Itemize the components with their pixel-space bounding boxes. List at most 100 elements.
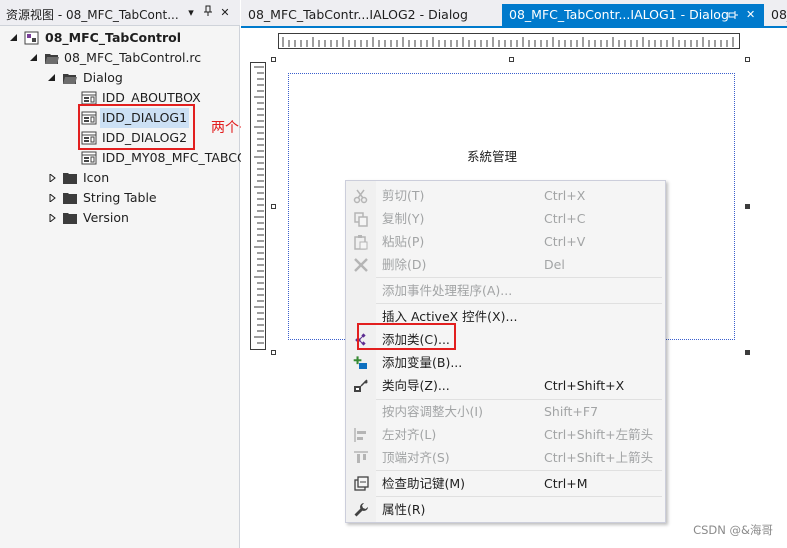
- resize-handle[interactable]: [271, 204, 276, 209]
- menu-item-paste[interactable]: 粘贴(P) Ctrl+V: [346, 230, 665, 253]
- menu-item-size-to-content[interactable]: 按内容调整大小(I) Shift+F7: [346, 400, 665, 423]
- tree-item-root[interactable]: 08_MFC_TabControl: [0, 28, 240, 48]
- dialog-resource-icon: [81, 91, 97, 105]
- pane-pin-button[interactable]: [201, 5, 215, 21]
- tree-item-icon-folder[interactable]: Icon: [0, 168, 240, 188]
- tree-item-label: IDD_MY08_MFC_TABCO: [102, 150, 247, 165]
- paste-icon: [354, 235, 368, 250]
- menu-separator: [376, 470, 662, 471]
- wrench-icon: [354, 503, 368, 517]
- menu-item-label: 类向导(Z)...: [382, 378, 450, 393]
- collapse-arrow-icon[interactable]: [49, 174, 56, 182]
- resize-handle[interactable]: [509, 57, 514, 62]
- expand-arrow-icon[interactable]: [30, 54, 37, 61]
- folder-open-icon: [45, 54, 59, 64]
- vertical-ruler[interactable]: [250, 62, 266, 350]
- tree-item-string-table-folder[interactable]: String Table: [0, 188, 240, 208]
- horizontal-ruler[interactable]: [278, 33, 740, 49]
- menu-item-shortcut: Ctrl+Shift+上箭头: [544, 450, 654, 465]
- resize-handle[interactable]: [745, 57, 750, 62]
- annotation-highlight-box: [357, 323, 456, 350]
- tree-item-label: 08_MFC_TabControl.rc: [64, 50, 202, 65]
- tree-item-dialog[interactable]: IDD_MY08_MFC_TABCO: [0, 148, 247, 168]
- class-wizard-icon: [354, 379, 368, 392]
- collapse-arrow-icon[interactable]: [49, 194, 56, 202]
- menu-separator: [376, 277, 662, 278]
- menu-item-label: 复制(Y): [382, 211, 425, 226]
- menu-item-check-mnemonics[interactable]: 检查助记键(M) Ctrl+M: [346, 472, 665, 495]
- menu-item-add-event-handler[interactable]: 添加事件处理程序(A)...: [346, 279, 665, 302]
- resize-handle[interactable]: [271, 350, 276, 355]
- tree-item-label: 08_MFC_TabControl: [45, 30, 182, 45]
- menu-item-shortcut: Ctrl+C: [544, 211, 586, 226]
- delete-icon: [354, 258, 368, 272]
- context-menu: 剪切(T) Ctrl+X 复制(Y) Ctrl+C 粘贴(P) Ctrl+V 删…: [345, 180, 666, 523]
- expand-arrow-icon[interactable]: [48, 74, 55, 81]
- menu-item-shortcut: Shift+F7: [544, 404, 599, 419]
- tree-item-label: Dialog: [83, 70, 123, 85]
- tab-label: 08_: [771, 7, 787, 22]
- align-top-icon: [354, 451, 368, 463]
- tab-overflow[interactable]: 08_: [764, 4, 787, 28]
- menu-item-copy[interactable]: 复制(Y) Ctrl+C: [346, 207, 665, 230]
- ruler-ticks: [282, 37, 734, 47]
- tree-item-rc-file[interactable]: 08_MFC_TabControl.rc: [0, 48, 240, 68]
- tab-dialog2[interactable]: 08_MFC_TabContr...IALOG2 - Dialog: [241, 4, 499, 28]
- menu-item-cut[interactable]: 剪切(T) Ctrl+X: [346, 184, 665, 207]
- ruler-ticks: [254, 66, 264, 344]
- folder-open-icon: [63, 74, 77, 84]
- menu-item-label: 剪切(T): [382, 188, 425, 203]
- menu-item-label: 删除(D): [382, 257, 427, 272]
- menu-item-align-left[interactable]: 左对齐(L) Ctrl+Shift+左箭头: [346, 423, 665, 446]
- tab-label: 08_MFC_TabContr...IALOG1 - Dialog: [509, 7, 729, 22]
- tab-dialog1-active[interactable]: 08_MFC_TabContr...IALOG1 - Dialog ✕: [502, 4, 764, 28]
- collapse-arrow-icon[interactable]: [49, 214, 56, 222]
- menu-item-label: 顶端对齐(S): [382, 450, 450, 465]
- check-mnemonic-icon: [354, 476, 369, 491]
- tab-close-button[interactable]: ✕: [746, 4, 755, 26]
- resize-handle[interactable]: [745, 350, 750, 355]
- menu-item-label: 添加变量(B)...: [382, 355, 463, 370]
- menu-item-shortcut: Ctrl+M: [544, 476, 588, 491]
- editor-tab-bar: 08_MFC_TabContr...IALOG2 - Dialog 08_MFC…: [241, 0, 787, 28]
- expand-arrow-icon[interactable]: [10, 34, 17, 41]
- resource-view-title-bar: 资源视图 - 08_MFC_TabCont... ▾ ✕: [0, 0, 240, 26]
- folder-icon: [63, 173, 77, 184]
- menu-item-shortcut: Del: [544, 257, 565, 272]
- project-icon: [24, 31, 39, 45]
- menu-item-shortcut: Ctrl+V: [544, 234, 586, 249]
- menu-item-add-variable[interactable]: 添加变量(B)...: [346, 351, 665, 374]
- menu-item-class-wizard[interactable]: 类向导(Z)... Ctrl+Shift+X: [346, 374, 665, 397]
- menu-item-shortcut: Ctrl+Shift+左箭头: [544, 427, 654, 442]
- pin-icon: [204, 5, 212, 16]
- tab-label: 08_MFC_TabContr...IALOG2 - Dialog: [248, 7, 468, 22]
- pane-close-button[interactable]: ✕: [218, 5, 232, 21]
- tree-item-label: Version: [83, 210, 129, 225]
- tree-item-version-folder[interactable]: Version: [0, 208, 240, 228]
- align-left-icon: [354, 428, 366, 442]
- menu-item-label: 左对齐(L): [382, 427, 437, 442]
- resize-handle[interactable]: [271, 57, 276, 62]
- annotation-highlight-box: [78, 104, 195, 150]
- scissors-icon: [353, 189, 368, 204]
- menu-item-properties[interactable]: 属性(R): [346, 498, 665, 521]
- resource-view-pane: 资源视图 - 08_MFC_TabCont... ▾ ✕ 08_MFC_TabC…: [0, 0, 247, 548]
- tab-pin-icon[interactable]: [728, 4, 738, 28]
- copy-icon: [354, 212, 368, 227]
- tree-item-dialog-folder[interactable]: Dialog: [0, 68, 240, 88]
- menu-separator: [376, 496, 662, 497]
- menu-item-delete[interactable]: 删除(D) Del: [346, 253, 665, 276]
- pane-dropdown-button[interactable]: ▾: [184, 5, 198, 21]
- menu-item-label: 检查助记键(M): [382, 476, 466, 491]
- menu-item-align-top[interactable]: 顶端对齐(S) Ctrl+Shift+上箭头: [346, 446, 665, 469]
- menu-separator: [376, 303, 662, 304]
- static-text-control[interactable]: 系統管理: [467, 146, 517, 165]
- dialog-resource-icon: [81, 151, 97, 165]
- tree-item-label: Icon: [83, 170, 110, 185]
- menu-item-shortcut: Ctrl+Shift+X: [544, 378, 625, 393]
- folder-icon: [63, 213, 77, 224]
- menu-item-label: 属性(R): [382, 502, 426, 517]
- resize-handle[interactable]: [745, 204, 750, 209]
- menu-item-label: 添加事件处理程序(A)...: [382, 283, 513, 298]
- tree-item-label: String Table: [83, 190, 157, 205]
